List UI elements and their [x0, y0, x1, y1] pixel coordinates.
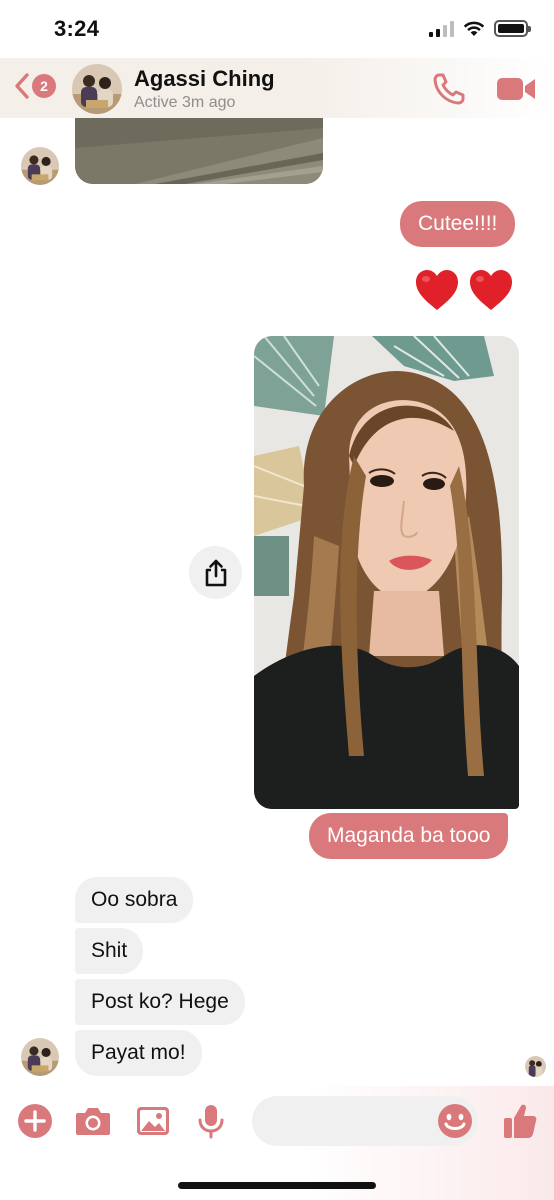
- emoji-icon[interactable]: [436, 1102, 474, 1140]
- previous-photo-message[interactable]: [75, 118, 323, 184]
- incoming-message-bubble[interactable]: Shit: [75, 928, 144, 974]
- video-camera-icon[interactable]: [496, 74, 536, 104]
- share-button[interactable]: [189, 546, 242, 599]
- image-icon[interactable]: [134, 1102, 172, 1140]
- outgoing-message-bubble[interactable]: Cutee!!!!: [400, 201, 516, 247]
- contact-avatar[interactable]: [72, 64, 122, 114]
- unread-count-badge: 2: [32, 74, 56, 98]
- incoming-message-bubble[interactable]: Payat mo!: [75, 1030, 202, 1076]
- contact-active-status: Active 3m ago: [134, 94, 236, 111]
- cellular-signal-icon: [429, 20, 454, 37]
- status-icons: [429, 20, 531, 37]
- contact-avatar-small[interactable]: [21, 1038, 59, 1076]
- status-bar: 3:24: [0, 0, 554, 60]
- incoming-message-bubble[interactable]: Post ko? Hege: [75, 979, 245, 1025]
- phone-icon[interactable]: [432, 72, 466, 106]
- back-button[interactable]: 2: [14, 72, 56, 100]
- heart-emoji-icon: [470, 270, 512, 310]
- photo-message[interactable]: [254, 336, 519, 809]
- incoming-message-bubble[interactable]: Oo sobra: [75, 877, 194, 923]
- share-icon: [205, 559, 226, 586]
- chevron-left-icon: [15, 73, 29, 99]
- contact-name[interactable]: Agassi Ching: [134, 66, 275, 92]
- status-time: 3:24: [54, 16, 100, 41]
- battery-icon: [494, 20, 531, 37]
- thumbs-up-icon[interactable]: [502, 1102, 538, 1140]
- heart-emoji-icon: [416, 270, 458, 310]
- home-indicator[interactable]: [178, 1182, 376, 1189]
- camera-icon[interactable]: [74, 1102, 112, 1140]
- hearts-message[interactable]: [414, 268, 514, 312]
- microphone-icon[interactable]: [192, 1102, 230, 1140]
- contact-avatar-small[interactable]: [21, 147, 59, 185]
- outgoing-message-bubble[interactable]: Maganda ba tooo: [309, 813, 509, 859]
- wifi-icon: [463, 21, 485, 36]
- seen-receipt-avatar: [525, 1056, 546, 1077]
- chat-header: 2 Agassi Ching Active 3m ago: [0, 58, 554, 118]
- plus-icon[interactable]: [16, 1102, 54, 1140]
